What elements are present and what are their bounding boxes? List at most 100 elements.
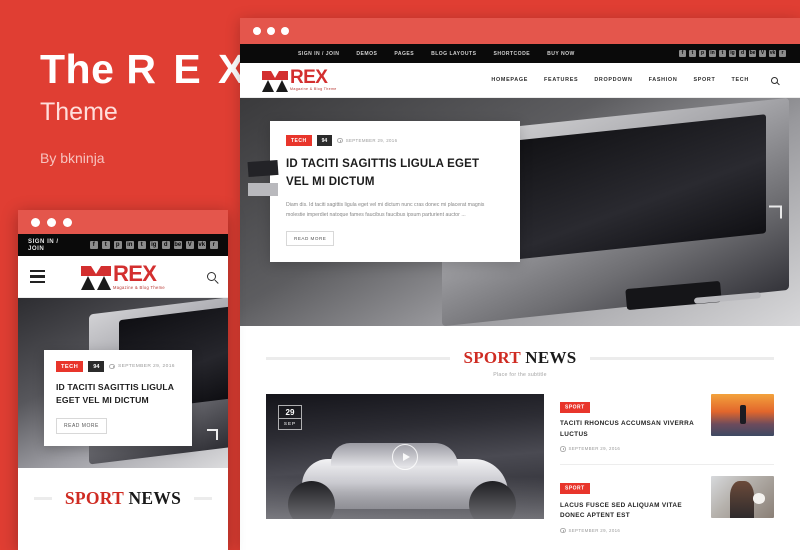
vk-icon[interactable]: vk bbox=[769, 50, 776, 57]
nav-item-homepage[interactable]: HOMEPAGE bbox=[491, 77, 528, 83]
nav-item-dropdown[interactable]: DROPDOWN bbox=[594, 77, 632, 83]
news-grid: 29 SEP SPORT TACITI RHONCUS ACCUMSAN VIV… bbox=[240, 378, 800, 550]
twitter-icon[interactable]: t bbox=[689, 50, 696, 57]
tumblr-icon[interactable]: t bbox=[719, 50, 726, 57]
facebook-icon[interactable]: f bbox=[89, 240, 98, 250]
vimeo-icon[interactable]: V bbox=[185, 240, 194, 250]
window-minimize-dot[interactable] bbox=[47, 217, 56, 227]
browser-titlebar bbox=[240, 18, 800, 44]
clock-icon bbox=[109, 363, 115, 370]
logo-tagline: Magazine & Blog Theme bbox=[112, 284, 166, 290]
mobile-hero-article-card[interactable]: TECH 94 SEPTEMBER 29, 2016 ID TACITI SAG… bbox=[44, 350, 192, 446]
read-more-button[interactable]: READ MORE bbox=[286, 231, 335, 247]
section-rule-left bbox=[34, 497, 52, 500]
behance-icon[interactable]: be bbox=[749, 50, 756, 57]
rex-mountain-mark-icon bbox=[80, 266, 111, 291]
topbar-link-signin[interactable]: SIGN IN / JOIN bbox=[298, 51, 339, 57]
linkedin-icon[interactable]: in bbox=[125, 240, 134, 250]
chevron-right-icon[interactable] bbox=[207, 429, 218, 440]
mobile-browser-titlebar bbox=[18, 210, 228, 234]
hamburger-menu-icon[interactable] bbox=[30, 269, 45, 284]
mobile-hero-slider: TECH 94 SEPTEMBER 29, 2016 ID TACITI SAG… bbox=[18, 298, 228, 468]
instagram-icon[interactable]: ig bbox=[149, 240, 158, 250]
search-icon[interactable] bbox=[771, 76, 778, 84]
hero-meta: TECH 94 SEPTEMBER 29, 2016 bbox=[286, 135, 504, 146]
category-badge[interactable]: SPORT bbox=[560, 401, 590, 413]
behance-icon[interactable]: be bbox=[173, 240, 182, 250]
hero-article-card[interactable]: TECH 94 SEPTEMBER 29, 2016 ID TACITI SAG… bbox=[247, 121, 520, 263]
section-rule-right bbox=[194, 497, 213, 500]
rss-icon[interactable]: r bbox=[779, 50, 786, 57]
featured-post-card[interactable]: 29 SEP bbox=[266, 394, 544, 550]
mobile-site-topbar: SIGN IN / JOIN f t p in t ig d be V vk r bbox=[18, 234, 228, 256]
vimeo-icon[interactable]: V bbox=[759, 50, 766, 57]
topbar-link-blog-layouts[interactable]: BLOG LAYOUTS bbox=[431, 51, 476, 57]
window-maximize-dot[interactable] bbox=[63, 217, 72, 227]
search-icon[interactable] bbox=[206, 272, 216, 281]
topbar-link-pages[interactable]: PAGES bbox=[394, 51, 414, 57]
category-badge[interactable]: TECH bbox=[286, 135, 312, 146]
play-button-icon[interactable] bbox=[392, 443, 418, 470]
dribbble-icon[interactable]: d bbox=[161, 240, 170, 250]
category-badge[interactable]: TECH bbox=[56, 361, 84, 372]
mobile-site-header: REX Magazine & Blog Theme bbox=[18, 256, 228, 298]
list-item-title[interactable]: TACITI RHONCUS ACCUMSAN VIVERRA LUCTUS bbox=[560, 419, 701, 440]
twitter-icon[interactable]: t bbox=[101, 240, 110, 250]
list-item[interactable]: SPORT LACUS FUSCE SED ALIQUAM VITAE DONE… bbox=[560, 475, 774, 546]
list-item-date-text: SEPTEMBER 29, 2016 bbox=[568, 528, 621, 533]
page-title: The R E X bbox=[40, 46, 245, 92]
tumblr-icon[interactable]: t bbox=[137, 240, 146, 250]
site-logo[interactable]: REX Magazine & Blog Theme bbox=[80, 260, 166, 291]
pinterest-icon[interactable]: p bbox=[699, 50, 706, 57]
section-rule-right bbox=[589, 356, 774, 360]
hero-slider: TECH 94 SEPTEMBER 29, 2016 ID TACITI SAG… bbox=[240, 98, 800, 326]
nav-item-features[interactable]: FEATURES bbox=[544, 77, 578, 83]
pinterest-icon[interactable]: p bbox=[113, 240, 122, 250]
window-minimize-dot[interactable] bbox=[267, 27, 275, 35]
read-more-button[interactable]: READ MORE bbox=[56, 417, 107, 434]
mobile-hero-date-text: SEPTEMBER 29, 2016 bbox=[117, 364, 175, 369]
list-item-thumbnail[interactable] bbox=[711, 394, 774, 436]
dribbble-icon[interactable]: d bbox=[739, 50, 746, 57]
promo-title-main: The bbox=[40, 46, 115, 92]
linkedin-icon[interactable]: in bbox=[709, 50, 716, 57]
category-badge[interactable]: SPORT bbox=[560, 483, 590, 495]
logo-wordmark: REX bbox=[290, 67, 328, 89]
topbar-link-shortcode[interactable]: SHORTCODE bbox=[493, 51, 530, 57]
mobile-hero-article-title[interactable]: ID TACITI SAGITTIS LIGULA EGET VEL MI DI… bbox=[56, 381, 180, 408]
nav-item-sport[interactable]: SPORT bbox=[693, 77, 715, 83]
list-item-thumbnail[interactable] bbox=[711, 475, 774, 518]
post-date-day: 29 bbox=[285, 408, 295, 417]
fog-overlay bbox=[266, 476, 544, 519]
topbar-link-demos[interactable]: DEMOS bbox=[356, 51, 377, 57]
facebook-icon[interactable]: f bbox=[679, 50, 686, 57]
nav-item-tech[interactable]: TECH bbox=[732, 77, 749, 83]
clock-icon bbox=[337, 137, 343, 144]
hero-article-excerpt: Diam dis. Id taciti sagittis ligula eget… bbox=[286, 201, 485, 218]
score-badge: 94 bbox=[316, 135, 333, 146]
window-close-dot[interactable] bbox=[253, 27, 261, 35]
hero-article-title[interactable]: ID TACITI SAGITTIS LIGULA EGET VEL MI DI… bbox=[286, 156, 504, 192]
social-links: f t p in t ig d be V vk r bbox=[679, 50, 786, 57]
window-close-dot[interactable] bbox=[31, 217, 40, 227]
rss-icon[interactable]: r bbox=[209, 240, 218, 250]
mobile-signin-link[interactable]: SIGN IN / JOIN bbox=[28, 238, 76, 252]
site-logo[interactable]: REX Magazine & Blog Theme bbox=[262, 68, 337, 92]
featured-post-image: 29 SEP bbox=[266, 394, 544, 519]
vk-icon[interactable]: vk bbox=[197, 240, 206, 250]
topbar-link-buy-now[interactable]: BUY NOW bbox=[547, 51, 575, 57]
section-title-red: SPORT bbox=[463, 348, 521, 367]
promo-subtitle: Theme bbox=[40, 98, 118, 127]
promo-author: By bkninja bbox=[40, 149, 105, 166]
side-post-list: SPORT TACITI RHONCUS ACCUMSAN VIVERRA LU… bbox=[560, 394, 774, 550]
nav-item-fashion[interactable]: FASHION bbox=[649, 77, 678, 83]
list-item-title[interactable]: LACUS FUSCE SED ALIQUAM VITAE DONEC APTE… bbox=[560, 501, 701, 522]
list-item[interactable]: SPORT TACITI RHONCUS ACCUMSAN VIVERRA LU… bbox=[560, 394, 774, 465]
window-maximize-dot[interactable] bbox=[281, 27, 289, 35]
hero-thumb-light bbox=[248, 183, 278, 196]
chevron-right-icon[interactable] bbox=[769, 205, 782, 219]
instagram-icon[interactable]: ig bbox=[729, 50, 736, 57]
promo-title-brand: R E X bbox=[126, 46, 249, 92]
hero-date: SEPTEMBER 29, 2016 bbox=[337, 137, 397, 144]
logo-wordmark: REX bbox=[112, 260, 157, 286]
